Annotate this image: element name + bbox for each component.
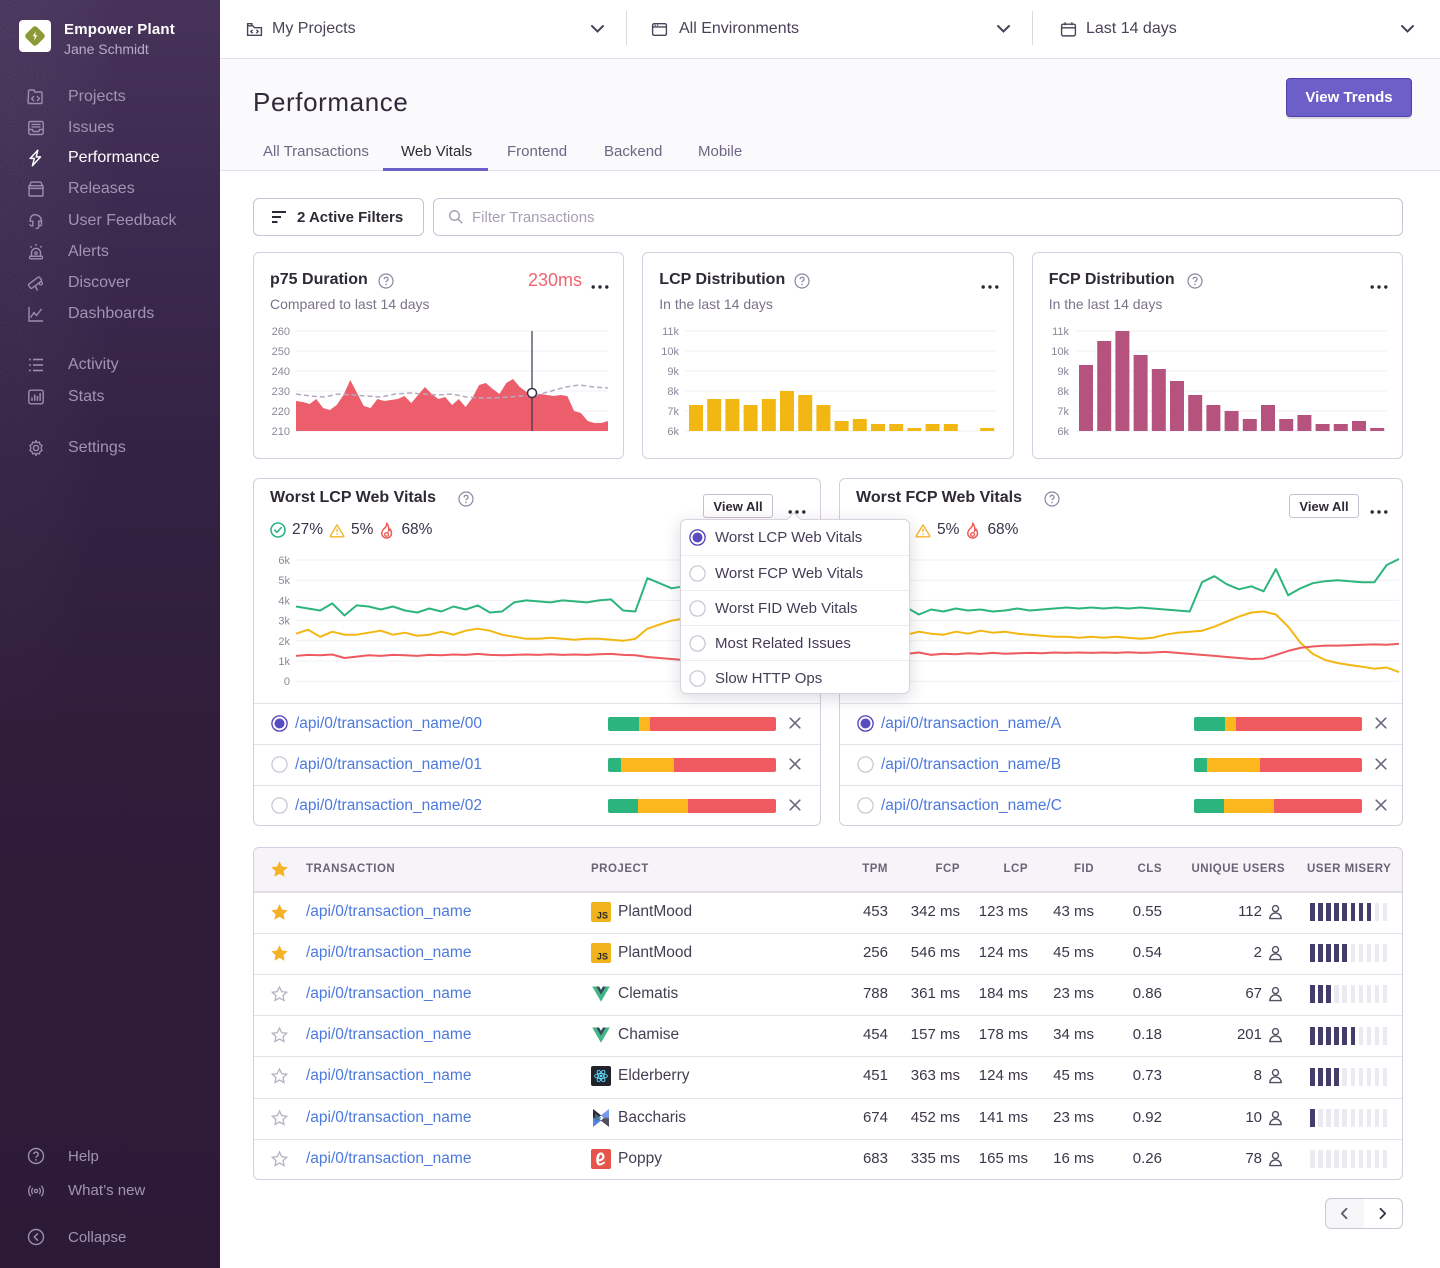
- svg-text:6k: 6k: [668, 426, 680, 438]
- svg-text:9k: 9k: [1057, 366, 1069, 378]
- svg-text:7k: 7k: [1057, 406, 1069, 418]
- svg-text:230: 230: [272, 386, 290, 398]
- svg-text:0: 0: [284, 676, 290, 688]
- svg-text:240: 240: [272, 366, 290, 378]
- svg-text:7k: 7k: [668, 406, 680, 418]
- svg-text:JS: JS: [597, 910, 608, 920]
- svg-text:250: 250: [272, 346, 290, 358]
- svg-text:8k: 8k: [668, 386, 680, 398]
- svg-text:JS: JS: [597, 951, 608, 961]
- svg-text:11k: 11k: [1052, 326, 1069, 338]
- svg-text:4k: 4k: [278, 595, 290, 607]
- svg-text:10k: 10k: [1051, 346, 1069, 358]
- svg-text:6k: 6k: [1057, 426, 1069, 438]
- svg-text:210: 210: [272, 426, 290, 438]
- svg-text:9k: 9k: [668, 366, 680, 378]
- svg-text:220: 220: [272, 406, 290, 418]
- svg-text:11k: 11k: [662, 326, 679, 338]
- svg-text:6k: 6k: [278, 555, 290, 567]
- svg-text:5k: 5k: [278, 575, 290, 587]
- svg-text:8k: 8k: [1057, 386, 1069, 398]
- svg-text:1k: 1k: [278, 656, 290, 668]
- svg-text:10k: 10k: [662, 346, 680, 358]
- svg-text:2k: 2k: [278, 636, 290, 648]
- svg-text:3k: 3k: [278, 616, 290, 628]
- svg-text:260: 260: [272, 326, 290, 338]
